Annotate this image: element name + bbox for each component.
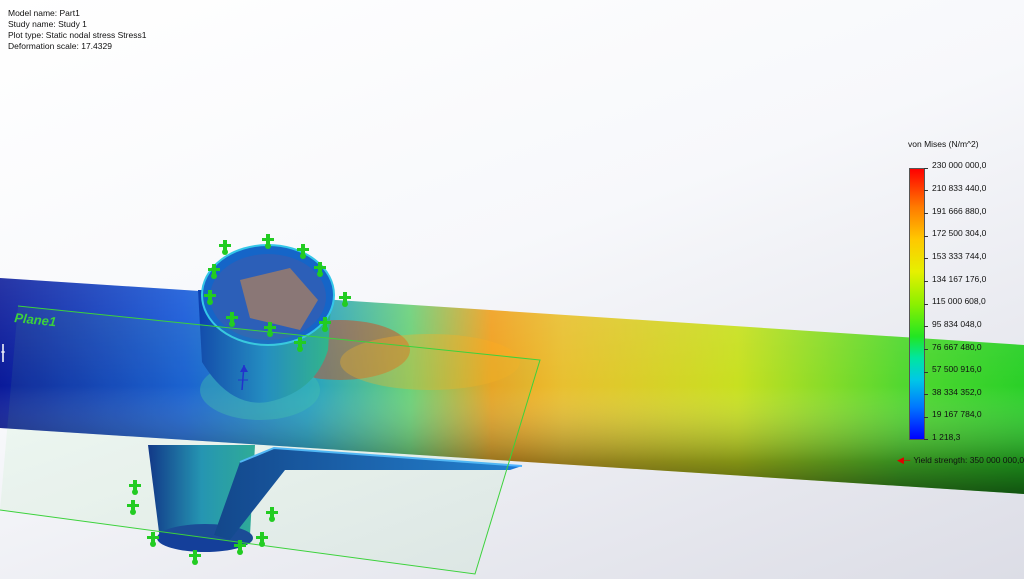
legend-tick-label: 210 833 440,0 (932, 183, 987, 193)
stress-colorbar[interactable] (909, 168, 925, 440)
legend-tick-label: 57 500 916,0 (932, 364, 982, 374)
legend-tick (924, 349, 928, 350)
yield-strength: ◀─ Yield strength: 350 000 000,0 (897, 455, 1024, 466)
legend-tick (924, 236, 928, 237)
legend-tick (924, 213, 928, 214)
legend-tick (924, 394, 928, 395)
deformation-scale: Deformation scale: 17.4329 (8, 41, 112, 51)
legend-tick-label: 38 334 352,0 (932, 387, 982, 397)
legend-title: von Mises (N/m^2) (908, 139, 979, 149)
fixture-icon (147, 532, 159, 547)
model-viewport[interactable]: Plane1 (0, 0, 1024, 579)
legend-tick-label: 115 000 608,0 (932, 296, 986, 306)
legend-tick (924, 304, 928, 305)
legend-tick (924, 281, 928, 282)
legend-tick-label: 134 167 176,0 (932, 274, 987, 284)
legend-tick-label: 172 500 304,0 (932, 228, 987, 238)
fixture-icon (219, 240, 231, 255)
legend-tick (924, 417, 928, 418)
model-name: Model name: Part1 (8, 8, 80, 18)
study-name: Study name: Study 1 (8, 19, 87, 29)
legend-tick-label: 19 167 784,0 (932, 409, 982, 419)
legend-tick (924, 258, 928, 259)
legend-tick (924, 372, 928, 373)
study-info: Model name: Part1 Study name: Study 1 Pl… (8, 8, 146, 52)
legend-tick-label: 191 666 880,0 (932, 206, 987, 216)
legend-tick-label: 153 333 744,0 (932, 251, 987, 261)
legend-tick-label: 1 218,3 (932, 432, 961, 442)
legend-tick (924, 439, 928, 440)
yield-arrow-icon: ◀─ (897, 455, 911, 465)
fixture-icon (189, 550, 201, 565)
yield-strength-text: Yield strength: 350 000 000,0 (913, 455, 1024, 465)
legend-tick (924, 168, 928, 169)
legend-tick (924, 190, 928, 191)
legend-tick-label: 230 000 000,0 (932, 160, 987, 170)
legend-tick-label: 95 834 048,0 (932, 319, 982, 329)
legend-tick (924, 326, 928, 327)
plot-type: Plot type: Static nodal stress Stress1 (8, 30, 147, 40)
legend-tick-label: 76 667 480,0 (932, 342, 982, 352)
